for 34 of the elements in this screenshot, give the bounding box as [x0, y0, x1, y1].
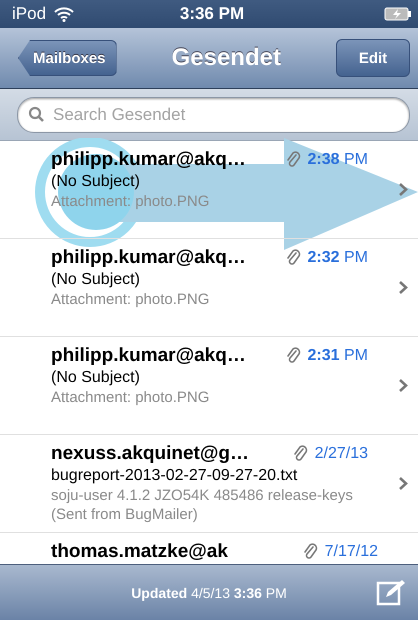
message-row[interactable]: philipp.kumar@akq… 2:31 PM (No Subject) Attachment: photo.PNG — [0, 337, 418, 435]
message-preview: Attachment: photo.PNG — [51, 290, 210, 309]
compose-button[interactable] — [376, 578, 406, 606]
back-button[interactable]: Mailboxes — [18, 40, 117, 76]
message-date: 7/17/12 — [324, 543, 378, 561]
message-date: 2:31 PM — [308, 347, 368, 365]
chevron-icon — [398, 280, 408, 295]
message-preview: Attachment: photo.PNG — [51, 388, 210, 407]
updated-status: Updated 4/5/13 3:36 PM — [131, 584, 287, 600]
message-subject: (No Subject) — [51, 173, 141, 191]
battery-charging-icon — [384, 7, 412, 21]
message-row[interactable]: nexuss.akquinet@g… 2/27/13 bugreport-2013-02-27-09-27-20.txt soju-user 4.1.2 JZO54K 485486 release-keys (Sent from BugMailer) — [0, 435, 418, 533]
message-preview: soju-user 4.1.2 JZO54K 485486 release-keys (Sent from BugMailer) — [51, 486, 354, 524]
search-field[interactable]: Search Gesendet — [17, 96, 410, 132]
chevron-icon — [398, 182, 408, 197]
message-sender: philipp.kumar@akq… — [51, 345, 247, 367]
message-sender: thomas.matzke@ak — [51, 541, 229, 563]
message-subject: (No Subject) — [51, 271, 141, 289]
message-date: 2:32 PM — [308, 249, 368, 267]
nav-title: Gesendet — [170, 44, 282, 72]
message-subject: (No Subject) — [51, 369, 141, 387]
carrier-label: iPod — [12, 4, 46, 24]
wifi-icon — [54, 6, 74, 22]
message-date: 2/27/13 — [314, 445, 368, 463]
message-sender: nexuss.akquinet@g… — [51, 443, 250, 465]
message-date: 2:38 PM — [308, 151, 368, 169]
chevron-icon — [398, 476, 408, 491]
message-sender: philipp.kumar@akq… — [51, 149, 247, 171]
search-icon — [28, 106, 45, 123]
chevron-icon — [398, 378, 408, 393]
message-subject: bugreport-2013-02-27-09-27-20.txt — [51, 467, 298, 485]
status-time: 3:36 PM — [178, 4, 246, 24]
message-sender: philipp.kumar@akq… — [51, 247, 247, 269]
edit-button[interactable]: Edit — [336, 39, 410, 77]
